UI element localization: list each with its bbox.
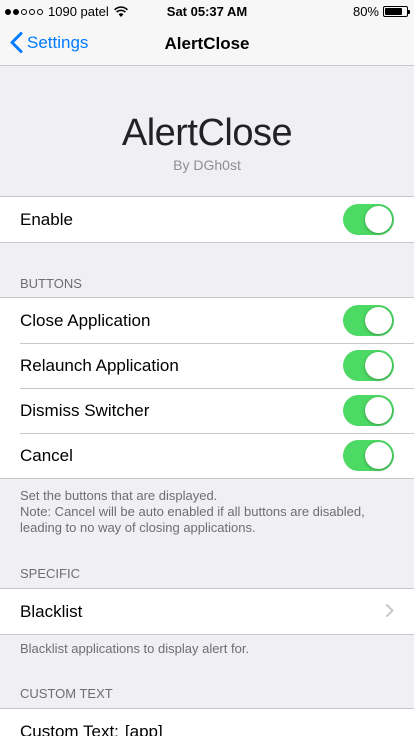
enable-group: Enable xyxy=(0,196,414,243)
custom-text-section-header: CUSTOM TEXT xyxy=(20,686,113,701)
blacklist-cell[interactable]: Blacklist xyxy=(0,589,414,634)
relaunch-application-cell: Relaunch Application xyxy=(0,343,414,388)
buttons-group: Close Application Relaunch Application D… xyxy=(0,297,414,479)
tweak-title: AlertClose xyxy=(121,112,293,154)
tweak-author: By DGh0st xyxy=(173,157,241,173)
battery-percent: 80% xyxy=(352,4,379,19)
page-title: AlertClose xyxy=(164,34,250,53)
enable-toggle[interactable] xyxy=(343,204,394,235)
battery-icon xyxy=(383,6,410,17)
blacklist-label: Blacklist xyxy=(20,601,83,621)
dismiss-switcher-cell: Dismiss Switcher xyxy=(0,388,414,433)
custom-text-cell[interactable]: Custom Text: [app] xyxy=(0,709,414,736)
buttons-footer-line2: Note: Cancel will be auto enabled if all… xyxy=(20,504,365,535)
status-bar-right: 80% xyxy=(352,4,410,19)
enable-label: Enable xyxy=(20,209,73,229)
buttons-section-footer: Set the buttons that are displayed. Note… xyxy=(20,488,394,536)
specific-group: Blacklist xyxy=(0,588,414,635)
buttons-section-header: BUTTONS xyxy=(20,276,82,291)
dismiss-switcher-toggle[interactable] xyxy=(343,395,394,426)
tweak-header: AlertClose By DGh0st xyxy=(0,66,414,196)
cancel-cell: Cancel xyxy=(0,433,414,478)
chevron-right-icon xyxy=(386,604,394,617)
specific-section-footer: Blacklist applications to display alert … xyxy=(20,641,250,656)
status-bar: 1090 patel Sat 05:37 AM 80% xyxy=(0,0,414,22)
relaunch-application-toggle[interactable] xyxy=(343,350,394,381)
custom-text-label: Custom Text: xyxy=(20,721,119,736)
status-time: Sat 05:37 AM xyxy=(166,4,248,19)
navigation-bar: Settings AlertClose xyxy=(0,22,414,66)
buttons-footer-line1: Set the buttons that are displayed. xyxy=(20,488,218,503)
cancel-label: Cancel xyxy=(20,445,73,465)
close-application-toggle[interactable] xyxy=(343,305,394,336)
close-application-label: Close Application xyxy=(20,310,151,330)
cancel-toggle[interactable] xyxy=(343,440,394,471)
custom-text-value: [app] xyxy=(124,721,163,736)
close-application-cell: Close Application xyxy=(0,298,414,343)
dismiss-switcher-label: Dismiss Switcher xyxy=(20,400,150,420)
specific-section-header: SPECIFIC xyxy=(20,566,80,581)
relaunch-application-label: Relaunch Application xyxy=(20,355,179,375)
enable-cell: Enable xyxy=(0,197,414,242)
custom-text-group: Custom Text: [app] xyxy=(0,708,414,736)
